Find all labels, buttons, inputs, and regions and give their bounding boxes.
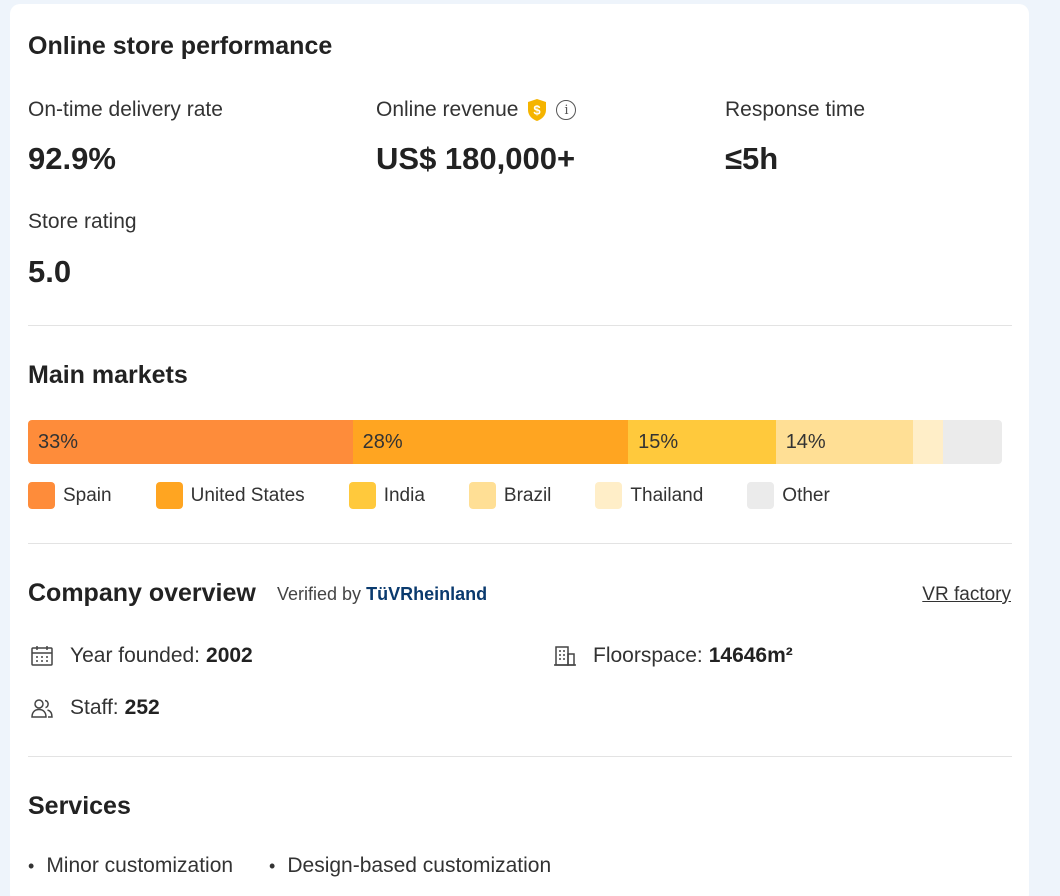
legend-swatch: [28, 482, 55, 509]
market-segment-india: 15%: [628, 420, 776, 464]
market-share-bar: 33% 28% 15% 14%: [28, 420, 1002, 464]
markets-title: Main markets: [28, 361, 188, 389]
floorspace-label: Floorspace:: [593, 644, 703, 667]
service-item: • Design-based customization: [269, 854, 551, 878]
legend-label: Thailand: [630, 484, 704, 506]
market-segment-united-states: 28%: [352, 420, 629, 464]
market-legend: Spain United States India Brazil Thailan…: [28, 482, 874, 509]
legend-swatch: [348, 482, 376, 509]
staff-label: Staff:: [70, 696, 119, 719]
legend-label: Brazil: [503, 484, 552, 506]
floorspace-fact: Floorspace: 14646m²: [553, 644, 793, 668]
response-time-label: Response time: [725, 98, 866, 121]
service-label: Minor customization: [46, 854, 234, 877]
divider: [28, 756, 1012, 757]
market-segment-other: [942, 420, 1002, 464]
svg-text:$: $: [534, 103, 542, 118]
legend-label: India: [383, 484, 425, 506]
vr-factory-link[interactable]: VR factory: [922, 584, 1011, 606]
market-segment-thailand: [913, 420, 943, 464]
verified-by: Verified by TüVRheinland: [277, 584, 487, 605]
legend-item-other: Other: [747, 482, 830, 509]
legend-swatch: [595, 482, 623, 509]
verified-prefix: Verified by: [277, 584, 362, 604]
legend-item-spain: Spain: [28, 482, 112, 509]
services-list: • Minor customization • Design-based cus…: [28, 854, 587, 878]
legend-swatch: [155, 482, 183, 509]
legend-swatch: [468, 482, 496, 509]
year-founded-label: Year founded:: [70, 644, 201, 667]
staff-fact: Staff: 252: [30, 696, 160, 720]
legend-item-brazil: Brazil: [468, 482, 552, 509]
users-icon: [30, 696, 54, 720]
legend-item-united-states: United States: [155, 482, 305, 509]
calendar-icon: [30, 644, 54, 668]
market-segment-brazil: 14%: [775, 420, 914, 464]
legend-label: Spain: [63, 484, 112, 506]
response-time-value: ≤5h: [725, 141, 779, 176]
service-label: Design-based customization: [287, 854, 552, 877]
services-title: Services: [28, 792, 131, 820]
online-revenue-label-row: Online revenue $ i: [376, 98, 577, 122]
store-rating-label: Store rating: [28, 210, 137, 233]
year-founded-value: 2002: [206, 644, 253, 667]
service-item: • Minor customization: [28, 854, 233, 878]
legend-label: Other: [782, 484, 830, 506]
on-time-delivery-label: On-time delivery rate: [28, 98, 223, 121]
company-overview-title: Company overview: [28, 579, 256, 607]
bullet-icon: •: [269, 855, 276, 876]
store-info-card: Online store performance On-time deliver…: [10, 4, 1029, 896]
performance-title: Online store performance: [28, 32, 333, 60]
info-icon[interactable]: i: [556, 100, 577, 120]
staff-value: 252: [124, 696, 160, 719]
on-time-delivery-value: 92.9%: [28, 141, 116, 176]
online-revenue-label: Online revenue: [376, 98, 519, 121]
market-segment-spain: 33%: [28, 420, 353, 464]
legend-label: United States: [190, 484, 305, 506]
shield-dollar-icon: $: [526, 98, 548, 122]
verifier-name: TüVRheinland: [366, 584, 488, 604]
divider: [28, 325, 1012, 326]
legend-item-thailand: Thailand: [595, 482, 703, 509]
online-revenue-value: US$ 180,000+: [376, 141, 576, 176]
store-rating-value: 5.0: [28, 254, 72, 289]
legend-swatch: [747, 482, 775, 509]
year-founded-fact: Year founded: 2002: [30, 644, 253, 668]
building-icon: [553, 644, 577, 668]
floorspace-value: 14646m²: [708, 644, 793, 667]
divider: [28, 543, 1012, 544]
legend-item-india: India: [348, 482, 425, 509]
bullet-icon: •: [28, 855, 35, 876]
